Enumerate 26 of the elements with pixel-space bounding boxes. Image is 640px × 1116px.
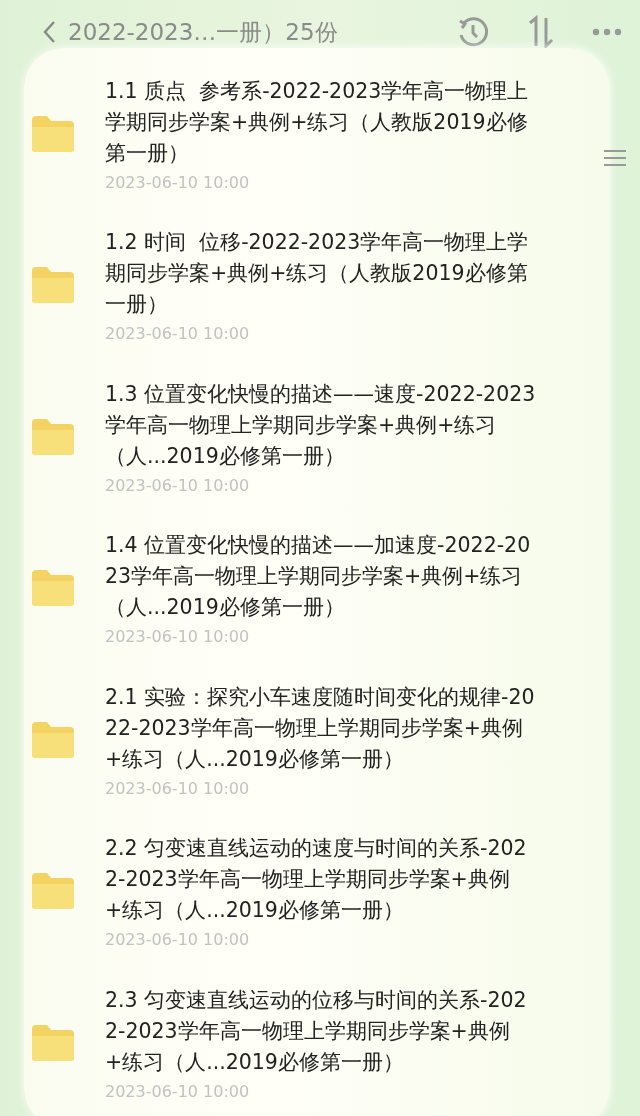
folder-icon — [30, 1022, 76, 1063]
file-name[interactable]: 2.2 匀变速直线运动的速度与时间的关系-2022-2023学年高一物理上学期同步学案+典例+练习（人...2019必修第一册） — [105, 833, 537, 927]
file-date: 2023-06-10 10:00 — [105, 1081, 251, 1101]
file-date: 2023-06-10 10:00 — [105, 324, 251, 344]
file-name[interactable]: 1.2 时间 位移-2022-2023学年高一物理上学期同步学案+典例+练习（人教版2019必修第一册） — [105, 227, 537, 321]
file-date: 2023-06-10 10:00 — [105, 778, 251, 798]
file-date: 2023-06-10 10:00 — [105, 172, 251, 192]
folder-icon — [30, 113, 76, 154]
file-date: 2023-06-10 10:00 — [105, 475, 251, 495]
file-name[interactable]: 2.3 匀变速直线运动的位移与时间的关系-2022-2023学年高一物理上学期同步学案+典例+练习（人...2019必修第一册） — [105, 984, 537, 1078]
folder-icon — [30, 568, 76, 609]
menu-icon[interactable] — [602, 148, 628, 168]
file-name[interactable]: 1.3 位置变化快慢的描述——速度-2022-2023学年高一物理上学期同步学案+典例+练习（人...2019必修第一册） — [105, 378, 537, 472]
file-name[interactable]: 1.4 位置变化快慢的描述——加速度-2022-2023学年高一物理上学期同步学案+典例+练习（人...2019必修第一册） — [105, 530, 537, 624]
folder-icon — [30, 871, 76, 912]
file-date: 2023-06-10 10:00 — [105, 930, 251, 950]
folder-icon — [30, 416, 76, 457]
file-name[interactable]: 2.1 实验：探究小车速度随时间变化的规律-2022-2023学年高一物理上学期同步学案+典例+练习（人...2019必修第一册） — [105, 681, 537, 775]
file-name[interactable]: 1.1 质点 参考系-2022-2023学年高一物理上学期同步学案+典例+练习（人教版2019必修第一册） — [105, 75, 537, 169]
sort-icon[interactable] — [526, 15, 556, 49]
back-icon[interactable] — [42, 20, 56, 44]
file-date: 2023-06-10 10:00 — [105, 627, 251, 647]
more-icon[interactable] — [592, 28, 622, 36]
folder-icon — [30, 719, 76, 760]
folder-icon — [30, 265, 76, 306]
folder-title: 2022-2023…一册）25份 — [68, 17, 338, 47]
